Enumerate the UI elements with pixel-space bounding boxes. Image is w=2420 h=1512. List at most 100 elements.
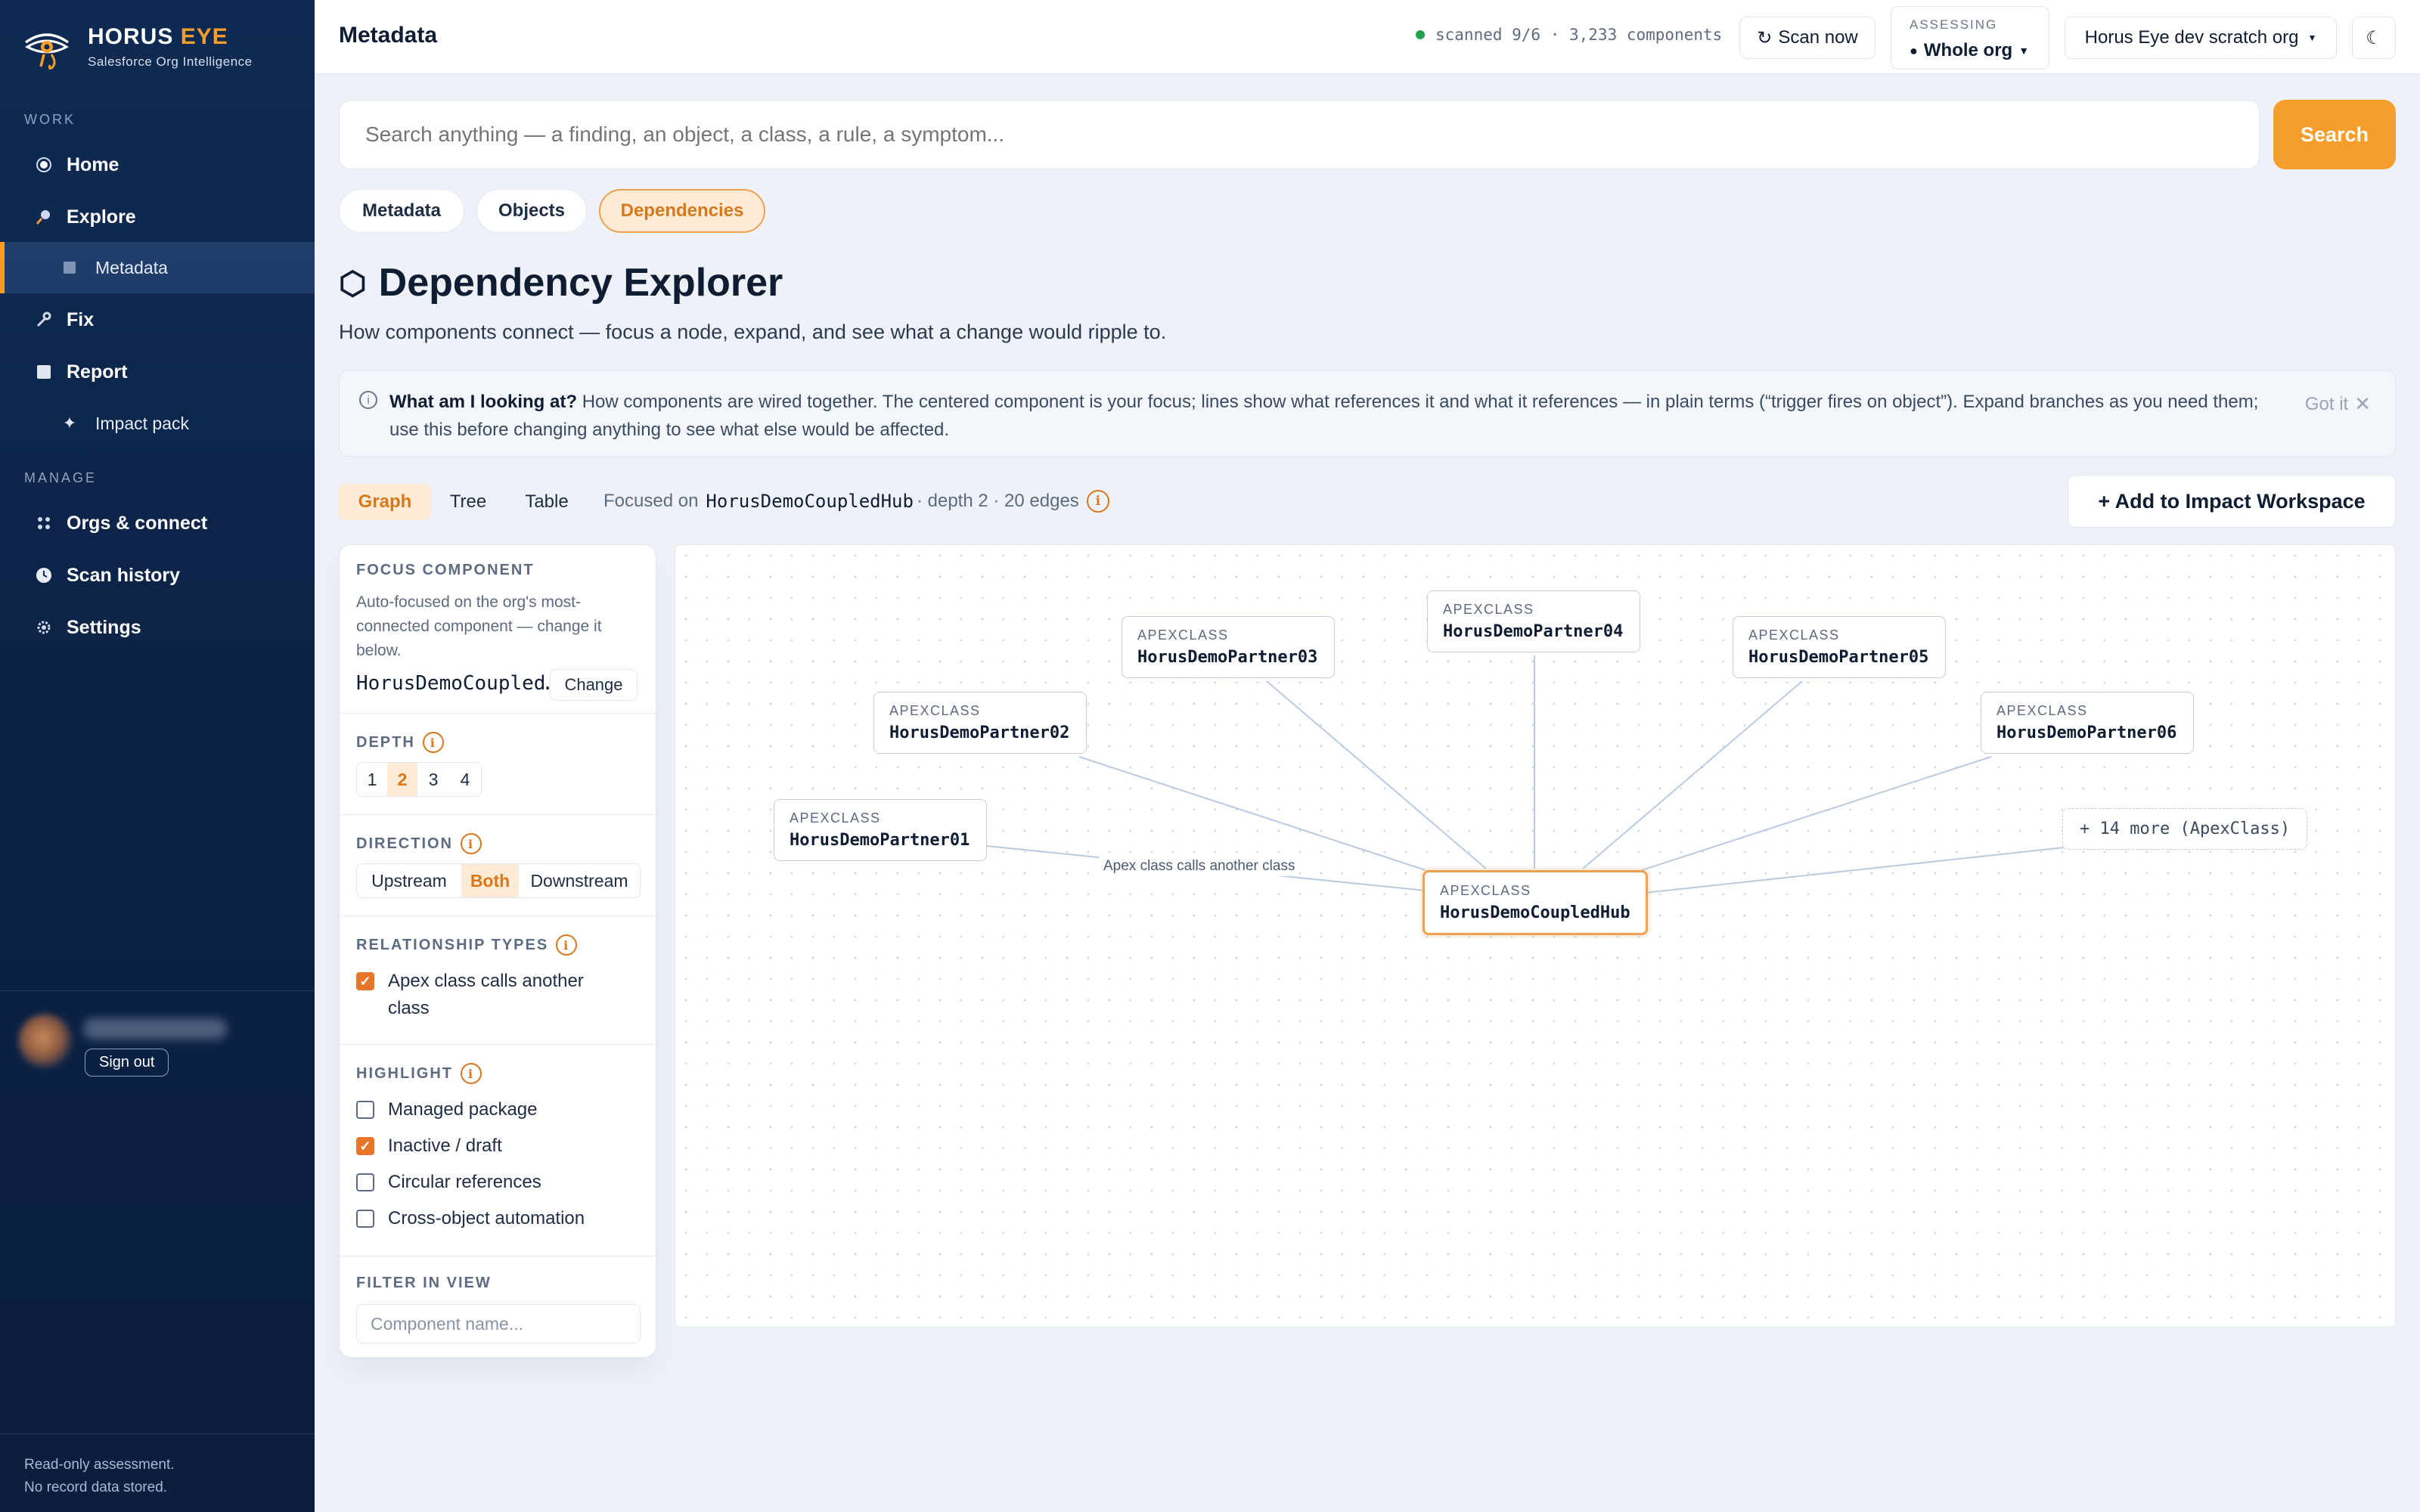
sidebar-item-home[interactable]: Home <box>0 139 315 191</box>
checkbox-icon <box>356 1101 374 1119</box>
sidebar-item-settings[interactable]: Settings <box>0 602 315 653</box>
depth-option-3[interactable]: 3 <box>417 763 449 796</box>
highlight-inactive-draft[interactable]: ✓ Inactive / draft <box>356 1132 502 1160</box>
graph-node-more[interactable]: + 14 more (ApexClass) <box>2062 808 2308 850</box>
page-title-text: Dependency Explorer <box>378 261 783 305</box>
info-tooltip-icon[interactable]: i <box>461 833 482 854</box>
assessing-label: ASSESSING <box>1910 17 1998 32</box>
info-tooltip-icon[interactable]: i <box>422 732 444 753</box>
tab-objects[interactable]: Objects <box>476 189 587 233</box>
sidebar-item-impact-pack[interactable]: ✦ Impact pack <box>0 398 315 449</box>
assessing-value-text: Whole org <box>1923 40 2013 60</box>
sidebar-item-label: Home <box>67 153 119 175</box>
add-to-impact-workspace-button[interactable]: + Add to Impact Workspace <box>2068 475 2396 528</box>
got-it-button[interactable]: Got it ✕ <box>2305 392 2371 416</box>
info-tooltip-icon[interactable]: i <box>556 934 578 956</box>
node-name: HorusDemoPartner04 <box>1443 622 1624 641</box>
checkbox-checked-icon: ✓ <box>356 1137 374 1155</box>
info-tooltip-icon[interactable]: i <box>461 1063 482 1084</box>
info-callout: i What am I looking at? How components a… <box>339 370 2396 457</box>
focus-summary: Focused on HorusDemoCoupledHub · depth 2… <box>603 490 1109 513</box>
filter-label: FILTER IN VIEW <box>356 1275 492 1291</box>
search-button[interactable]: Search <box>2273 100 2396 169</box>
graph-node-partner02[interactable]: APEXCLASS HorusDemoPartner02 <box>873 692 1087 754</box>
sidebar-item-scan-history[interactable]: Scan history <box>0 550 315 601</box>
theme-toggle-button[interactable]: ☾ <box>2352 17 2396 59</box>
graph-node-partner04[interactable]: APEXCLASS HorusDemoPartner04 <box>1427 590 1640 652</box>
filter-in-view-input[interactable]: Component name... <box>356 1304 641 1343</box>
bullet-icon: ● <box>1910 42 1918 58</box>
assessing-selector[interactable]: ASSESSING ● Whole org ▼ <box>1891 6 2049 70</box>
info-lead: What am I looking at? <box>389 392 578 412</box>
highlight-section: HIGHLIGHT i Managed package ✓ Inactive / … <box>340 1044 657 1256</box>
graph-node-partner01[interactable]: APEXCLASS HorusDemoPartner01 <box>774 799 987 861</box>
view-tab-graph[interactable]: Graph <box>339 484 431 520</box>
direction-section: DIRECTION i Upstream Both Downstream <box>340 814 657 916</box>
depth-option-1[interactable]: 1 <box>357 763 387 796</box>
relationship-checkbox[interactable]: ✓ Apex class calls another class <box>356 968 628 1022</box>
info-tooltip-icon[interactable]: i <box>1086 490 1109 513</box>
direction-selector: Upstream Both Downstream <box>356 863 641 898</box>
sidebar-item-metadata[interactable]: Metadata <box>0 242 315 293</box>
checkbox-icon <box>356 1210 374 1228</box>
change-focus-button[interactable]: Change <box>550 669 638 701</box>
clock-icon <box>29 566 59 584</box>
node-type: APEXCLASS <box>1996 703 2088 718</box>
direction-option-upstream[interactable]: Upstream <box>357 864 461 897</box>
highlight-circular-references[interactable]: Circular references <box>356 1169 541 1196</box>
graph-edge <box>1266 680 1487 869</box>
highlight-cross-object[interactable]: Cross-object automation <box>356 1205 585 1232</box>
horus-eye-logo <box>24 33 70 70</box>
brand-subtitle: Salesforce Org Intelligence <box>88 54 253 69</box>
graph-node-partner03[interactable]: APEXCLASS HorusDemoPartner03 <box>1122 616 1335 678</box>
node-name: HorusDemoCoupledHub <box>1440 903 1630 922</box>
gear-icon <box>29 620 59 635</box>
sidebar: HORUS EYE Salesforce Org Intelligence WO… <box>0 0 315 1512</box>
topbar: Metadata scanned 9/6 · 3,233 components … <box>315 0 2420 74</box>
sidebar-item-label: Orgs & connect <box>67 512 208 534</box>
footer-line: Read-only assessment. <box>24 1457 175 1473</box>
graph-edge <box>1644 847 2065 894</box>
highlight-item-label: Cross-object automation <box>388 1208 585 1228</box>
depth-option-4[interactable]: 4 <box>449 763 481 796</box>
tab-dependencies[interactable]: Dependencies <box>599 189 765 233</box>
dependency-graph-canvas[interactable]: Apex class calls another class APEXCLASS… <box>675 544 2396 1328</box>
sidebar-item-label: Report <box>67 361 128 383</box>
node-type: APEXCLASS <box>1748 627 1840 643</box>
footer-line: No record data stored. <box>24 1479 168 1495</box>
sidebar-item-fix[interactable]: Fix <box>0 294 315 345</box>
scan-now-label: Scan now <box>1778 27 1858 48</box>
graph-node-partner06[interactable]: APEXCLASS HorusDemoPartner06 <box>1981 692 2194 754</box>
node-type: APEXCLASS <box>889 703 981 718</box>
view-tab-table[interactable]: Table <box>513 484 581 520</box>
home-icon <box>29 156 59 173</box>
sidebar-item-report[interactable]: Report <box>0 346 315 398</box>
got-it-label: Got it <box>2304 393 2349 414</box>
scan-now-button[interactable]: ↻ Scan now <box>1739 17 1876 59</box>
sidebar-item-orgs[interactable]: Orgs & connect <box>0 497 315 549</box>
sign-out-button[interactable]: Sign out <box>85 1049 169 1077</box>
direction-option-downstream[interactable]: Downstream <box>519 864 640 897</box>
org-selector[interactable]: Horus Eye dev scratch org ▼ <box>2065 17 2337 59</box>
node-type: APEXCLASS <box>1443 602 1534 617</box>
relationship-label: RELATIONSHIP TYPES i <box>356 934 578 956</box>
user-box: Sign out <box>0 990 315 1096</box>
graph-edges <box>986 655 2065 894</box>
depth-option-2[interactable]: 2 <box>387 763 417 796</box>
chevron-down-icon: ▼ <box>2307 33 2317 43</box>
page-breadcrumb: Metadata <box>339 23 438 48</box>
graph-edge <box>1582 680 1803 869</box>
chevron-down-icon: ▼ <box>2018 45 2030 57</box>
graph-node-partner05[interactable]: APEXCLASS HorusDemoPartner05 <box>1733 616 1946 678</box>
node-name: HorusDemoPartner03 <box>1137 648 1318 667</box>
direction-option-both[interactable]: Both <box>461 864 519 897</box>
sidebar-item-label: Metadata <box>95 257 168 277</box>
sidebar-item-label: Settings <box>67 616 141 638</box>
graph-node-focus[interactable]: APEXCLASS HorusDemoCoupledHub <box>1423 870 1648 935</box>
sidebar-item-explore[interactable]: Explore <box>0 191 315 243</box>
tab-metadata[interactable]: Metadata <box>339 189 464 233</box>
edge-label: Apex class calls another class <box>1099 857 1300 876</box>
view-tab-tree[interactable]: Tree <box>437 484 499 520</box>
highlight-managed-package[interactable]: Managed package <box>356 1096 537 1123</box>
search-input[interactable] <box>339 100 2260 169</box>
